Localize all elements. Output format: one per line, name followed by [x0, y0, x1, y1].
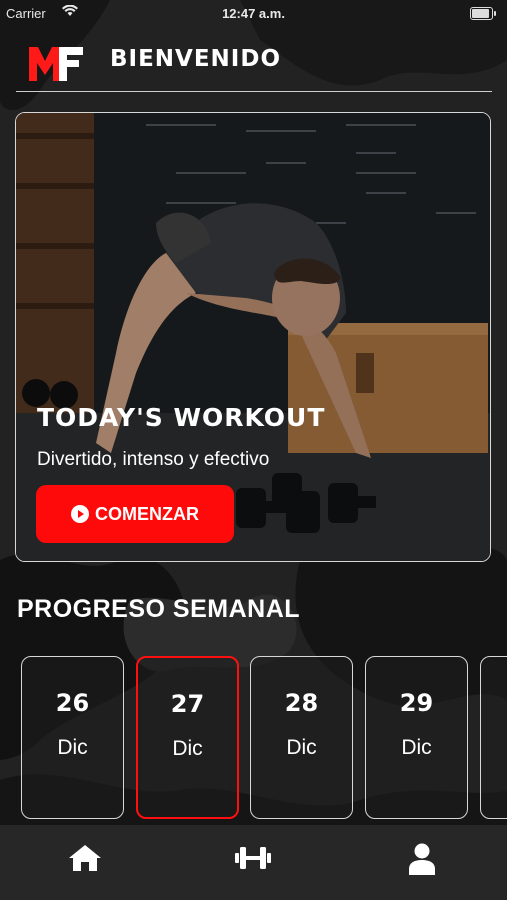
- start-workout-button[interactable]: COMENZAR: [36, 485, 234, 543]
- tab-home[interactable]: [65, 843, 105, 883]
- tab-profile[interactable]: [402, 843, 442, 883]
- app-header: BIENVENIDO: [16, 40, 492, 92]
- tab-workouts[interactable]: [233, 843, 273, 883]
- dumbbell-icon: [235, 847, 271, 869]
- day-number: 28: [284, 689, 319, 717]
- workout-hero-card: TODAY'S WORKOUT Divertido, intenso y efe…: [15, 112, 491, 562]
- page-title: BIENVENIDO: [110, 46, 282, 72]
- home-icon: [69, 845, 101, 871]
- day-month: Dic: [286, 736, 317, 759]
- battery-icon: [470, 7, 496, 20]
- mf-logo: [29, 47, 83, 81]
- day-month: Dic: [57, 736, 88, 759]
- day-card[interactable]: 26 Dic: [21, 656, 124, 819]
- weekly-progress-title: PROGRESO SEMANAL: [17, 595, 301, 623]
- day-month: Dic: [401, 736, 432, 759]
- day-number: 29: [399, 689, 434, 717]
- bottom-tab-bar: [0, 825, 507, 900]
- start-button-label: COMENZAR: [95, 503, 199, 524]
- day-month: Dic: [172, 737, 203, 760]
- day-number: 27: [170, 690, 205, 718]
- status-bar: Carrier 12:47 a.m.: [0, 0, 507, 28]
- day-card-partial[interactable]: [480, 656, 507, 819]
- day-card[interactable]: 29 Dic: [365, 656, 468, 819]
- day-selector: 26 Dic 27 Dic 28 Dic 29 Dic: [21, 656, 507, 821]
- header-divider: [16, 90, 492, 92]
- hero-title: TODAY'S WORKOUT: [37, 403, 326, 432]
- status-time: 12:47 a.m.: [222, 6, 285, 21]
- user-icon: [409, 843, 435, 875]
- day-card[interactable]: 28 Dic: [250, 656, 353, 819]
- day-card-selected[interactable]: 27 Dic: [136, 656, 239, 819]
- play-icon: [71, 505, 89, 523]
- day-number: 26: [55, 689, 90, 717]
- hero-subtitle: Divertido, intenso y efectivo: [37, 449, 270, 470]
